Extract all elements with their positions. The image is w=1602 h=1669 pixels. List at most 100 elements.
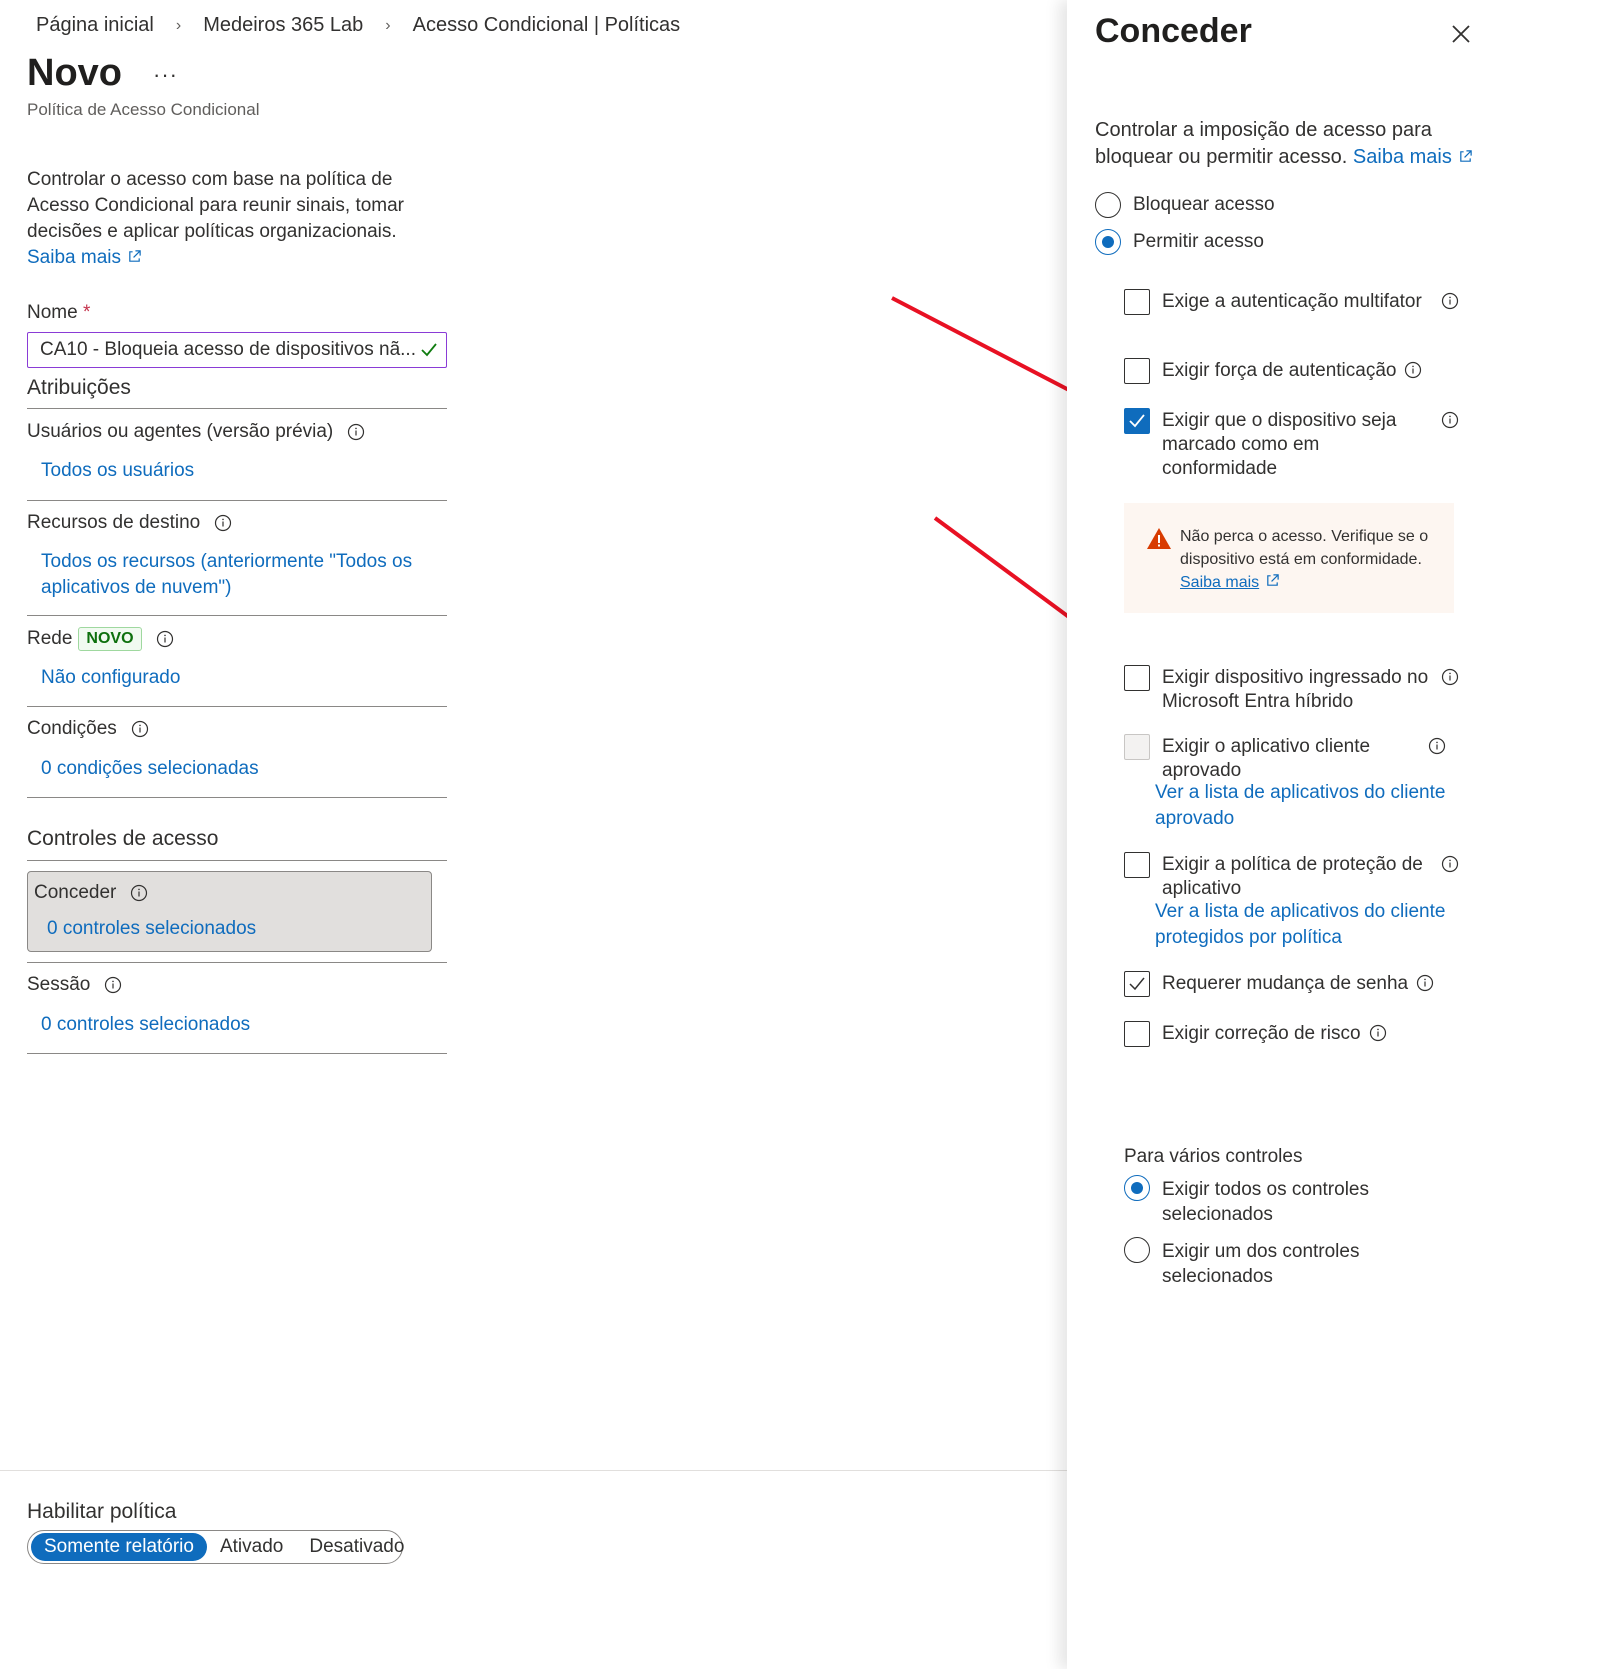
control-app-protection[interactable]: Exigir a política de proteção de aplicat… [1124,852,1459,901]
resources-selection-link[interactable]: Todos os recursos (anteriormente "Todos … [41,549,441,601]
page-title: Novo [27,52,122,94]
option-report-only[interactable]: Somente relatório [31,1533,207,1561]
resources-section-title: Recursos de destino [27,512,232,534]
control-risk-remediation[interactable]: Exigir correção de risco [1124,1021,1459,1047]
checkbox[interactable] [1124,665,1150,691]
control-hybrid-joined[interactable]: Exigir dispositivo ingressado no Microso… [1124,665,1459,714]
name-input-value: CA10 - Bloqueia acesso de dispositivos n… [40,339,416,360]
radio-require-all-label: Exigir todos os controles selecionados [1162,1179,1369,1225]
checkbox-checked[interactable] [1124,408,1150,434]
external-link-icon [129,250,141,262]
info-icon[interactable] [1441,292,1459,310]
radio-block-access[interactable]: Bloquear acesso [1095,192,1275,218]
network-selection-link[interactable]: Não configurado [41,665,441,691]
more-options-icon[interactable]: ··· [153,62,178,88]
radio-button[interactable] [1124,1237,1150,1263]
control-auth-strength[interactable]: Exigir força de autenticação [1124,358,1459,384]
approved-apps-list-link[interactable]: Ver a lista de aplicativos do cliente ap… [1155,780,1455,832]
name-label-text: Nome [27,302,78,323]
learn-more-link[interactable]: Saiba mais [27,247,142,268]
chevron-right-icon: › [175,16,182,34]
breadcrumb-tenant[interactable]: Medeiros 365 Lab [203,14,363,37]
radio-require-one-label: Exigir um dos controles selecionados [1162,1241,1360,1287]
checkmark-icon [1129,977,1145,991]
divider [27,500,447,501]
info-icon[interactable] [1428,737,1446,755]
grant-controls-row[interactable]: Conceder 0 controles selecionados [27,871,432,952]
control-mfa[interactable]: Exige a autenticação multifator [1124,289,1459,315]
control-risk-remediation-label: Exigir correção de risco [1162,1023,1361,1044]
radio-grant-access[interactable]: Permitir acesso [1095,229,1264,255]
divider [27,962,447,963]
checkbox[interactable] [1124,1021,1150,1047]
name-input[interactable]: CA10 - Bloqueia acesso de dispositivos n… [27,332,447,368]
assignments-heading: Atribuições [27,376,131,399]
checkbox[interactable] [1124,358,1150,384]
page-subtitle: Política de Acesso Condicional [27,100,260,119]
control-approved-app: Exigir o aplicativo cliente aprovado [1124,734,1446,783]
control-hybrid-joined-label: Exigir dispositivo ingressado no Microso… [1162,667,1429,712]
control-compliant-device[interactable]: Exigir que o dispositivo seja marcado co… [1124,408,1459,481]
option-off[interactable]: Desativado [296,1533,417,1561]
network-section-title: Rede NOVO [27,627,174,651]
control-app-protection-label: Exigir a política de proteção de aplicat… [1162,854,1423,899]
info-icon[interactable] [1416,974,1434,992]
info-icon[interactable] [1441,668,1459,686]
breadcrumb-home[interactable]: Página inicial [36,14,154,37]
info-icon[interactable] [1404,361,1422,379]
policy-editor: Página inicial › Medeiros 365 Lab › Aces… [0,0,1135,1669]
learn-more-label: Saiba mais [27,247,121,268]
info-icon[interactable] [1441,411,1459,429]
required-mark: * [82,302,91,323]
info-icon[interactable] [104,976,122,994]
checkbox[interactable] [1124,289,1150,315]
session-title-text: Sessão [27,974,91,995]
users-selection-link[interactable]: Todos os usuários [41,458,441,484]
footer-divider [0,1470,1135,1471]
panel-learn-more-link[interactable]: Saiba mais [1353,146,1473,168]
session-selection-link[interactable]: 0 controles selecionados [41,1012,441,1038]
breadcrumb: Página inicial › Medeiros 365 Lab › Aces… [36,14,680,37]
grant-selection-link[interactable]: 0 controles selecionados [47,918,256,940]
valid-check-icon [421,343,437,357]
radio-grant-label: Permitir acesso [1133,231,1264,252]
info-icon[interactable] [1369,1024,1387,1042]
radio-require-one[interactable]: Exigir um dos controles selecionados [1124,1237,1424,1289]
checkbox[interactable] [1124,852,1150,878]
radio-button[interactable] [1095,229,1121,255]
multi-controls-label: Para vários controles [1124,1146,1303,1167]
control-approved-app-label: Exigir o aplicativo cliente aprovado [1162,736,1371,781]
info-icon[interactable] [130,884,148,902]
close-icon[interactable] [1449,22,1473,46]
checkbox-checked[interactable] [1124,971,1150,997]
resources-title-text: Recursos de destino [27,512,201,533]
warning-learn-more-label: Saiba mais [1180,574,1260,591]
divider [27,1053,447,1054]
warning-text: Não perca o acesso. Verifique se o dispo… [1180,528,1429,568]
info-icon[interactable] [1441,855,1459,873]
info-icon[interactable] [131,720,149,738]
divider [27,408,447,409]
divider [27,706,447,707]
protected-apps-list-link[interactable]: Ver a lista de aplicativos do cliente pr… [1155,899,1455,951]
radio-button[interactable] [1095,192,1121,218]
control-password-change-label: Requerer mudança de senha [1162,973,1409,994]
panel-description: Controlar a imposição de acesso para blo… [1095,117,1485,171]
compliance-warning: Não perca o acesso. Verifique se o dispo… [1124,503,1454,613]
radio-require-all[interactable]: Exigir todos os controles selecionados [1124,1175,1424,1227]
info-icon[interactable] [156,630,174,648]
control-password-change[interactable]: Requerer mudança de senha [1124,971,1459,997]
control-auth-strength-label: Exigir força de autenticação [1162,360,1397,381]
info-icon[interactable] [347,423,365,441]
radio-button[interactable] [1124,1175,1150,1201]
grant-panel: Conceder Controlar a imposição de acesso… [1067,0,1602,1669]
warning-learn-more-link[interactable]: Saiba mais [1180,574,1280,591]
checkmark-icon [1129,414,1145,428]
breadcrumb-policies[interactable]: Acesso Condicional | Políticas [413,14,681,37]
option-on[interactable]: Ativado [207,1533,296,1561]
warning-icon [1147,528,1171,549]
panel-learn-more-label: Saiba mais [1352,146,1452,168]
info-icon[interactable] [214,514,232,532]
divider [27,860,447,861]
conditions-selection-link[interactable]: 0 condições selecionadas [41,756,441,782]
